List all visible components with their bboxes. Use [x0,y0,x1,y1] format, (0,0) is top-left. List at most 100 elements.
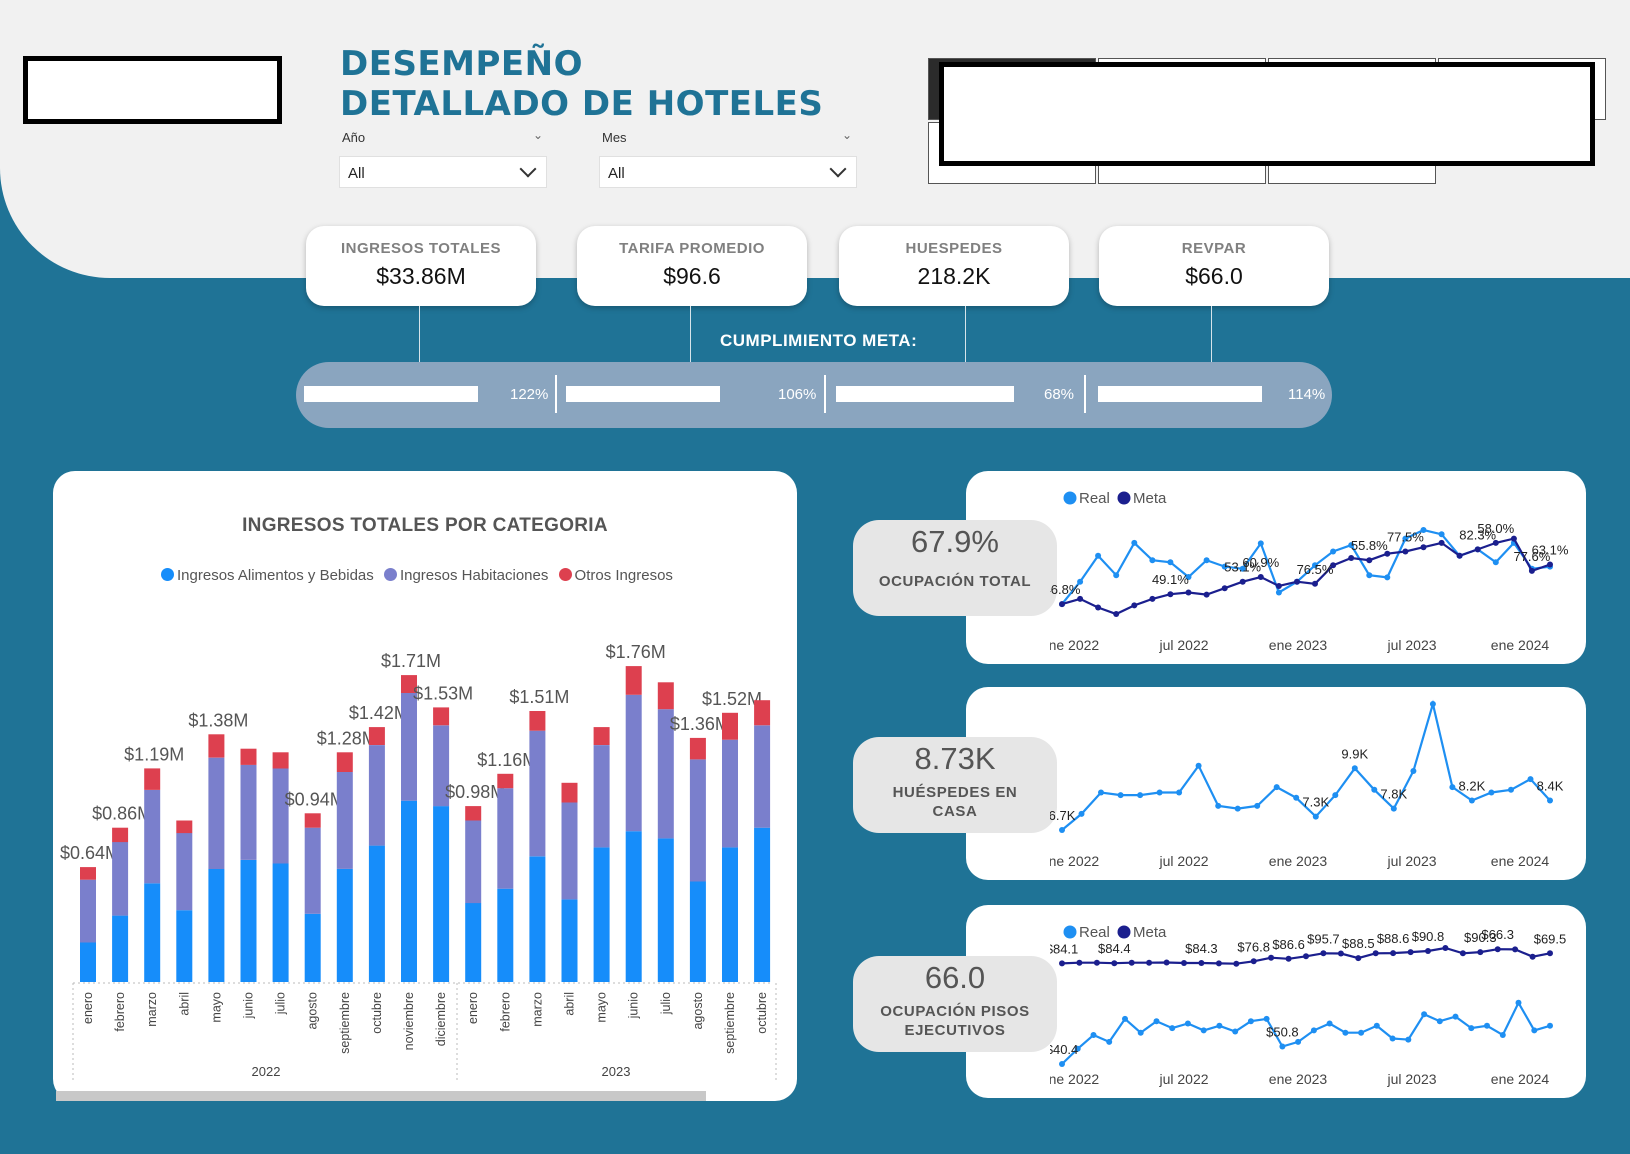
executive-kpi-pill: 66.0 OCUPACIÓN PISOS EJECUTIVOS [853,956,1057,1052]
series-point [1234,805,1241,812]
series-point [1358,1029,1365,1036]
legend-marker [1117,491,1131,505]
data-label: 58.0% [1477,521,1514,536]
data-label: $69.5 [1534,931,1567,946]
data-label: $84.1 [1050,941,1078,956]
connector-line [690,306,691,362]
goal-progress-bar [304,386,478,402]
legend-label: Meta [1133,490,1167,507]
legend-label: Real [1079,490,1110,507]
series-point [1111,960,1118,967]
series-point [1113,611,1120,617]
bar-segment [561,782,578,803]
series-point [1233,960,1240,967]
series-point [1263,1015,1270,1022]
x-tick-label: agosto [306,992,320,1030]
series-point [1371,786,1378,793]
data-label: $66.3 [1481,927,1514,942]
bar-segment [368,845,385,982]
series-point [1449,784,1456,791]
x-tick-label: febrero [113,992,127,1032]
series-point [1122,1015,1128,1022]
x-tick-label: ene 2023 [1269,637,1328,653]
series-point [1468,797,1475,804]
bar-data-label: $0.94M [285,789,345,809]
series-point [1389,1035,1396,1042]
bar-segment [529,730,546,857]
bar-segment [657,682,674,710]
kpi-value: 66.0 [924,960,986,995]
series-point [1285,955,1292,962]
kpi-label: HUÉSPEDES EN CASA [892,784,1018,820]
bar-segment [433,806,450,982]
kpi-value: 8.73K [914,741,996,776]
data-label: 77.5% [1387,530,1424,545]
series-point [1436,1018,1443,1025]
goal-percent: 114% [1288,386,1326,403]
x-tick-label: jul 2023 [1386,853,1436,869]
bar-segment [112,842,129,916]
x-tick-label: octubre [755,992,769,1034]
title-line-1: DESEMPEÑO [340,44,583,84]
series-point [1373,1022,1380,1029]
month-filter-collapse-icon[interactable]: ⌄ [842,128,852,142]
bar-segment [689,759,706,882]
page-title: DESEMPEÑO DETALLADO DE HOTELES [340,44,823,124]
bar-segment [754,827,771,982]
bar-segment [593,745,610,848]
occupancy-line-chart: RealMeta46.8%49.1%60.9%53.1%76.5%55.8%77… [1050,490,1569,653]
bar-segment [497,788,514,889]
series-point [1203,557,1210,564]
data-label: $95.7 [1307,931,1340,946]
bar-data-label: $1.42M [349,703,409,723]
bar-segment [754,725,771,828]
year-filter-dropdown[interactable]: All [339,156,547,188]
goal-progress-bar [836,386,1014,402]
bar-segment [304,813,321,828]
x-tick-label: ene 2024 [1491,1071,1550,1087]
legend-label: Meta [1133,924,1167,941]
series-point [1275,589,1282,596]
series-point [1508,786,1514,793]
series-point [1390,805,1397,812]
data-label: 6.7K [1050,808,1076,823]
month-filter-dropdown[interactable]: All [599,156,857,188]
x-tick-label: abril [563,992,577,1016]
x-tick-label: junio [242,992,256,1019]
bar-segment [401,693,417,801]
kpi-value: 218.2K [917,263,991,289]
bar-segment [689,881,706,982]
connector-line [1211,306,1212,362]
legend-label: Real [1079,924,1110,941]
data-label: 7.8K [1380,787,1407,802]
data-label: 53.1% [1224,560,1261,575]
series-point [1355,955,1362,962]
bar-segment [625,694,642,832]
series-point [1366,572,1373,579]
x-tick-label: mayo [595,992,609,1023]
bar-segment [144,768,161,790]
guests-line-chart: 6.7K 7.3K 9.9K 7.8K 11.4K 8.2K 8.4K ene 2022 jul… [1050,694,1564,869]
series-point [1547,950,1553,957]
horizontal-scrollbar[interactable] [56,1091,706,1101]
series-point [1366,557,1373,564]
x-tick-label: octubre [370,992,384,1034]
series-point [1113,572,1120,579]
bar-segment [336,752,353,772]
series-point [1529,953,1536,960]
kpi-card-huespedes: HUESPEDES 218.2K [839,226,1069,306]
x-tick-label: febrero [498,992,512,1032]
year-filter-collapse-icon[interactable]: ⌄ [533,128,543,142]
data-label: $50.8 [1266,1025,1299,1040]
series-point [1438,539,1445,546]
connector-line [419,306,420,362]
series-point [1425,948,1431,954]
series-point [1402,548,1409,555]
month-filter-value: All [608,165,625,182]
data-label: $40.4 [1050,1042,1078,1057]
bar-segment [80,942,96,982]
x-tick-label: ene 2022 [1050,637,1099,653]
series-point [1149,557,1156,564]
bar-segment [465,903,482,982]
series-point [1294,578,1300,585]
